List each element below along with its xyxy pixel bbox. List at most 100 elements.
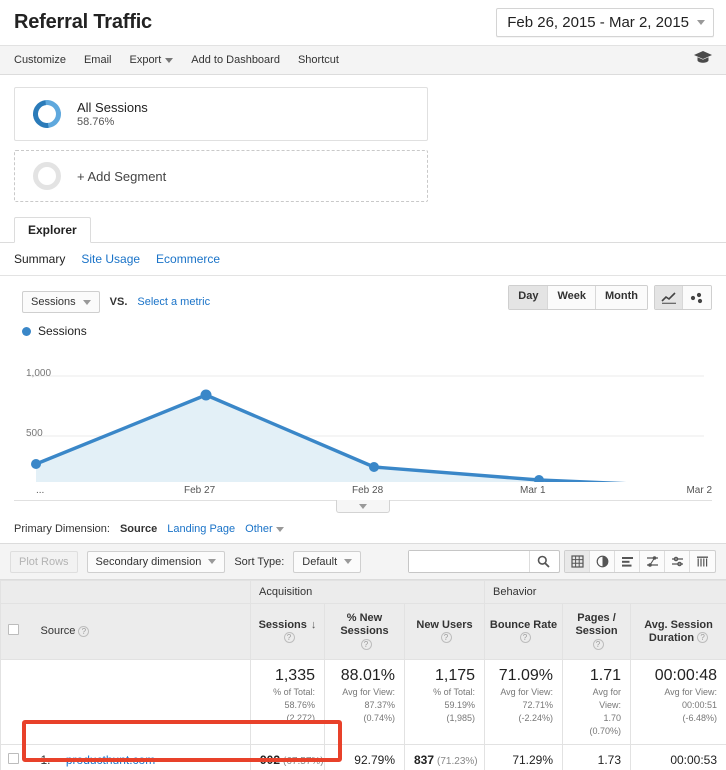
checkbox-icon[interactable] [8, 624, 20, 635]
chevron-down-icon [359, 503, 367, 509]
summary-bounce-rate-sub2: 72.71% [522, 700, 554, 710]
secondary-dimension-dropdown[interactable]: Secondary dimension [86, 550, 226, 573]
select-a-metric-link[interactable]: Select a metric [137, 296, 210, 308]
column-header-sessions[interactable]: Sessions ↓? [250, 603, 325, 660]
summary-avg-session-duration-sub1: Avg for View: [664, 687, 718, 697]
legend-label: Sessions [38, 324, 87, 338]
scatter-chart-icon[interactable] [683, 286, 711, 309]
sessions-trend-chart[interactable]: 1,000 500 [14, 342, 712, 482]
summary-bounce-rate-sub3: (-2.24%) [518, 713, 554, 723]
shortcut-button[interactable]: Shortcut [298, 54, 339, 66]
tab-site-usage[interactable]: Site Usage [81, 252, 140, 266]
summary-sessions-sub2: 58.76% [284, 700, 315, 710]
row-new-users-pct: (71.23%) [437, 756, 478, 767]
row-source-link[interactable]: producthunt.com [66, 753, 155, 767]
column-header-source-label: Source [40, 625, 76, 637]
help-icon[interactable]: ? [697, 632, 709, 644]
y-axis-tick-1000: 1,000 [26, 368, 52, 379]
chevron-down-icon [82, 299, 91, 305]
summary-avg-session-duration-sub3: (-6.48%) [682, 713, 718, 723]
row-new-sessions-pct: 92.79% [324, 744, 405, 770]
column-header-bounce-rate-label: Bounce Rate [489, 618, 558, 631]
sort-type-label: Sort Type: [234, 555, 285, 568]
summary-pages-per-session-sub2: View: [599, 700, 622, 710]
sort-type-dropdown[interactable]: Default [293, 550, 362, 573]
table-row[interactable]: 1. producthunt.com 902 (67.57%) 92.79% 83… [0, 744, 726, 770]
column-header-pages-per-session[interactable]: Pages / Session? [562, 603, 632, 660]
help-icon[interactable]: ? [440, 632, 452, 644]
search-input[interactable] [409, 551, 530, 572]
chevron-down-icon [208, 559, 217, 564]
help-icon[interactable]: ? [519, 632, 531, 644]
customize-button[interactable]: Customize [14, 54, 66, 66]
graduation-cap-icon[interactable] [694, 51, 712, 69]
summary-sessions: 1,335 % of Total: 58.76% (2,272) [250, 659, 325, 745]
row-checkbox-cell[interactable] [0, 744, 27, 770]
date-range-picker[interactable]: Feb 26, 2015 - Mar 2, 2015 [496, 8, 714, 37]
primary-dimension-landing-page[interactable]: Landing Page [167, 523, 235, 535]
pie-view-icon[interactable] [590, 551, 615, 572]
segment-text: All Sessions 58.76% [77, 100, 148, 129]
performance-view-icon[interactable] [640, 551, 665, 572]
column-header-avg-session-duration[interactable]: Avg. Session Duration? [630, 603, 726, 660]
row-source-cell: 1. producthunt.com [26, 744, 251, 770]
column-header-bounce-rate[interactable]: Bounce Rate? [484, 603, 564, 660]
table-view-icon[interactable] [565, 551, 590, 572]
summary-new-users-sub2: 59.19% [444, 700, 476, 710]
email-button[interactable]: Email [84, 54, 112, 66]
summary-checkbox-cell [0, 659, 27, 745]
add-segment-button[interactable]: + Add Segment [14, 150, 428, 202]
segment-all-sessions[interactable]: All Sessions 58.76% [14, 87, 428, 141]
pivot-view-icon[interactable] [690, 551, 715, 572]
table-summary-row: 1,335 % of Total: 58.76% (2,272) 88.01% … [0, 659, 726, 745]
primary-dimension-other[interactable]: Other [245, 523, 284, 535]
segment-percent: 58.76% [77, 115, 115, 128]
primary-dimension-label: Primary Dimension: [14, 523, 110, 535]
metric-dropdown[interactable]: Sessions [22, 291, 100, 313]
tab-explorer[interactable]: Explorer [14, 217, 91, 243]
add-to-dashboard-button[interactable]: Add to Dashboard [191, 54, 280, 66]
collapse-chart-button[interactable] [336, 500, 390, 513]
table-search[interactable] [408, 550, 561, 573]
summary-sessions-value: 1,335 [274, 667, 315, 684]
summary-new-sessions-pct-value: 88.01% [340, 667, 395, 684]
select-all-checkbox-header[interactable] [0, 603, 27, 660]
granularity-group: Day Week Month [508, 285, 648, 310]
column-header-new-users-label: New Users [416, 618, 473, 631]
granularity-week[interactable]: Week [548, 286, 597, 309]
summary-sessions-sub1: % of Total: [273, 687, 315, 697]
search-icon[interactable] [529, 551, 557, 572]
summary-avg-session-duration-sub2: 00:00:51 [681, 700, 718, 710]
help-icon[interactable]: ? [592, 638, 604, 650]
x-tick-3: Mar 1 [520, 485, 546, 496]
group-header-blank-source [26, 580, 251, 604]
line-chart-icon[interactable] [655, 286, 683, 309]
chevron-down-icon [344, 559, 353, 564]
column-header-new-sessions-pct[interactable]: % New Sessions? [324, 603, 405, 660]
help-icon[interactable]: ? [360, 638, 372, 650]
granularity-month[interactable]: Month [596, 286, 647, 309]
comparison-view-icon[interactable] [665, 551, 690, 572]
google-analytics-referral-traffic-page: Referral Traffic Feb 26, 2015 - Mar 2, 2… [0, 0, 726, 770]
checkbox-icon[interactable] [8, 753, 20, 764]
sort-descending-icon: ↓ [310, 618, 317, 631]
column-header-new-users[interactable]: New Users? [403, 603, 486, 660]
x-tick-4: Mar 2 [686, 485, 712, 496]
tab-ecommerce[interactable]: Ecommerce [156, 252, 220, 266]
add-segment-label: + Add Segment [77, 168, 167, 184]
export-button[interactable]: Export [129, 54, 174, 66]
bar-view-icon[interactable] [615, 551, 640, 572]
help-icon[interactable]: ? [283, 632, 295, 644]
help-icon[interactable]: ? [78, 625, 90, 637]
sort-type-value: Default [302, 555, 338, 568]
tab-summary[interactable]: Summary [14, 252, 65, 266]
primary-dimension-source[interactable]: Source [120, 523, 157, 535]
referral-traffic-table: Acquisition Behavior Source? Sessions ↓? … [0, 580, 726, 770]
group-header-blank-check [0, 580, 27, 604]
row-new-users-value: 837 [414, 753, 435, 767]
x-tick-0: ... [36, 485, 45, 496]
granularity-day[interactable]: Day [509, 286, 549, 309]
plot-rows-button[interactable]: Plot Rows [10, 550, 78, 573]
column-header-source[interactable]: Source? [26, 603, 251, 660]
page-header: Referral Traffic Feb 26, 2015 - Mar 2, 2… [0, 0, 726, 45]
